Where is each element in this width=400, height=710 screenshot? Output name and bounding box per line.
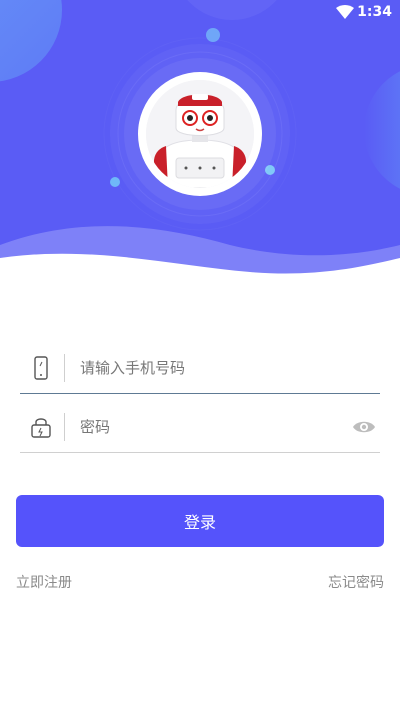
phone-icon [34, 356, 48, 380]
eye-icon[interactable] [352, 419, 376, 435]
register-link[interactable]: 立即注册 [16, 572, 72, 592]
wifi-icon [336, 5, 354, 19]
phone-field-divider [64, 354, 65, 382]
password-field [20, 402, 380, 453]
login-button[interactable]: 登录 [16, 495, 384, 547]
password-input[interactable] [80, 412, 340, 442]
header-banner: 1:34 [0, 0, 400, 285]
phone-field [20, 343, 380, 394]
status-time: 1:34 [357, 4, 392, 20]
status-bar: 1:34 [0, 0, 400, 26]
password-field-divider [64, 413, 65, 441]
phone-input[interactable] [80, 353, 340, 383]
robot-image [146, 80, 254, 188]
robot-avatar [138, 72, 262, 196]
lock-icon [31, 418, 51, 438]
forgot-password-link[interactable]: 忘记密码 [328, 572, 384, 592]
